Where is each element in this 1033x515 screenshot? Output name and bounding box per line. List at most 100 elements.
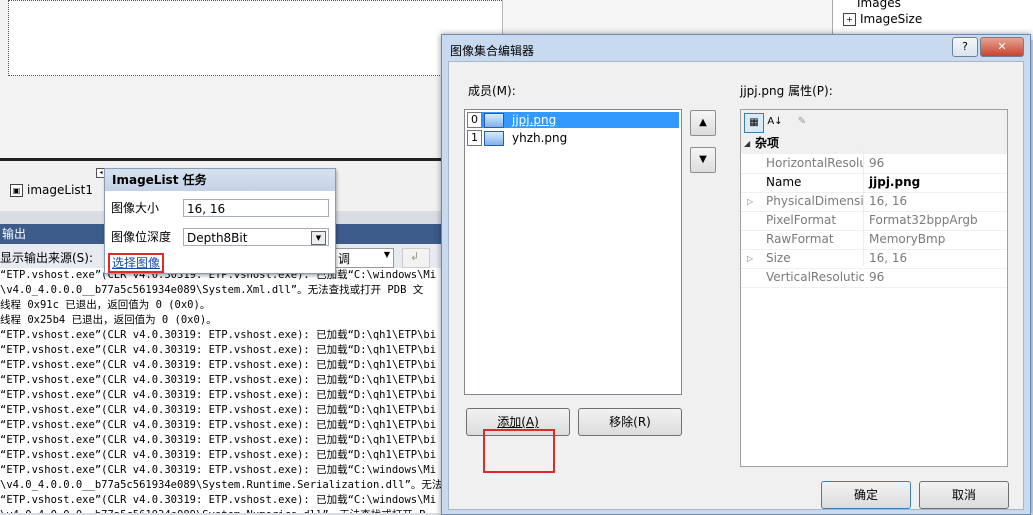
cancel-button[interactable]: 取消 bbox=[919, 481, 1009, 509]
category-name: 杂项 bbox=[755, 136, 780, 150]
property-grid-toolbar: ▦ A↓ ✎ bbox=[741, 110, 1007, 134]
ok-button-label: 确定 bbox=[853, 488, 878, 502]
members-label: 成员(M): bbox=[468, 84, 516, 98]
chevron-down-icon[interactable]: ▼ bbox=[311, 231, 326, 245]
property-row[interactable]: Name jjpj.png bbox=[741, 173, 1007, 193]
output-source-label: 显示输出来源(S): bbox=[0, 251, 94, 265]
members-list[interactable]: 0 jjpj.png 1 yhzh.png bbox=[464, 109, 682, 395]
image-size-input[interactable]: 16, 16 bbox=[183, 199, 329, 217]
prop-item-imagesize: ImageSize bbox=[860, 12, 923, 26]
output-line: 线程 0x25b4 已退出，返回值为 0 (0x0)。 bbox=[0, 314, 217, 326]
property-value: jjpj.png bbox=[869, 175, 921, 189]
property-row[interactable]: ▷ Size 16, 16 bbox=[741, 249, 1007, 269]
property-pages-icon[interactable]: ✎ bbox=[793, 113, 811, 131]
output-line: “ETP.vshost.exe”(CLR v4.0.30319: ETP.vsh… bbox=[0, 419, 437, 431]
output-line: “ETP.vshost.exe”(CLR v4.0.30319: ETP.vsh… bbox=[0, 374, 437, 386]
member-index: 0 bbox=[467, 112, 482, 128]
output-text-area[interactable]: “ETP.vshost.exe”(CLR v4.0.30319: ETP.vsh… bbox=[0, 268, 442, 513]
tasks-title: ImageList 任务 bbox=[105, 169, 335, 191]
member-index: 1 bbox=[467, 130, 482, 146]
output-line: “ETP.vshost.exe”(CLR v4.0.30319: ETP.vsh… bbox=[0, 359, 437, 371]
output-line: “ETP.vshost.exe”(CLR v4.0.30319: ETP.vsh… bbox=[0, 434, 437, 446]
output-action-button[interactable]: ↲ bbox=[402, 248, 430, 268]
bit-depth-label: 图像位深度 bbox=[111, 230, 172, 244]
output-source-select[interactable]: ▼ 调 bbox=[334, 248, 394, 268]
remove-button-label: 移除(R) bbox=[609, 415, 651, 429]
property-row[interactable]: HorizontalResolu 96 bbox=[741, 154, 1007, 174]
property-value: 16, 16 bbox=[869, 194, 908, 208]
wrap-icon: ↲ bbox=[410, 250, 420, 263]
property-row[interactable]: PixelFormat Format32bppArgb bbox=[741, 211, 1007, 231]
output-source-value: 调 bbox=[338, 252, 351, 266]
output-line: “ETP.vshost.exe”(CLR v4.0.30319: ETP.vsh… bbox=[0, 389, 437, 401]
output-line: “ETP.vshost.exe”(CLR v4.0.30319: ETP.vsh… bbox=[0, 464, 437, 476]
designer-right-pane bbox=[502, 0, 833, 36]
column-divider[interactable] bbox=[863, 151, 864, 266]
categorized-view-icon[interactable]: ▦ bbox=[744, 113, 764, 133]
bit-depth-select[interactable]: Depth8Bit ▼ bbox=[183, 228, 329, 246]
output-line: \v4.0_4.0.0.0__b77a5c561934e089\System.N… bbox=[0, 508, 442, 513]
expand-arrow-icon[interactable]: ▷ bbox=[747, 249, 753, 268]
properties-label: jjpj.png 属性(P): bbox=[740, 84, 833, 98]
dialog-title: 图像集合编辑器 bbox=[450, 44, 535, 58]
add-button-label: 添加(A) bbox=[497, 415, 539, 429]
property-name: VerticalResolutio bbox=[766, 270, 864, 284]
property-name: Size bbox=[766, 251, 791, 265]
expand-arrow-icon[interactable]: ▷ bbox=[747, 192, 753, 211]
property-name: Name bbox=[766, 175, 802, 189]
property-name: PhysicalDimensio bbox=[766, 194, 864, 208]
output-line: “ETP.vshost.exe”(CLR v4.0.30319: ETP.vsh… bbox=[0, 449, 437, 461]
ok-button[interactable]: 确定 bbox=[821, 481, 911, 509]
tray-item-label: imageList1 bbox=[27, 183, 93, 197]
move-up-button[interactable]: ▲ bbox=[690, 110, 716, 136]
collapse-icon[interactable]: ◢ bbox=[744, 134, 750, 153]
property-value: MemoryBmp bbox=[869, 232, 946, 246]
image-thumbnail-icon bbox=[484, 112, 504, 128]
property-name: RawFormat bbox=[766, 232, 834, 246]
move-down-button[interactable]: ▼ bbox=[690, 147, 716, 173]
output-line: \v4.0_4.0.0.0__b77a5c561934e089\System.X… bbox=[0, 284, 424, 296]
property-row[interactable]: ▷ PhysicalDimensio 16, 16 bbox=[741, 192, 1007, 212]
chevron-down-icon: ▼ bbox=[383, 250, 390, 259]
form-canvas[interactable] bbox=[8, 0, 504, 76]
property-grid[interactable]: ▦ A↓ ✎ ◢ 杂项 HorizontalResolu 96 Name jjpj.p… bbox=[740, 109, 1008, 467]
property-name: PixelFormat bbox=[766, 213, 837, 227]
prop-item-imagesize-row[interactable]: + ImageSize bbox=[843, 12, 922, 26]
output-line: “ETP.vshost.exe”(CLR v4.0.30319: ETP.vsh… bbox=[0, 494, 437, 506]
tray-item-imagelist1[interactable]: ▣ imageList1 bbox=[10, 180, 93, 200]
cancel-button-label: 取消 bbox=[951, 488, 976, 502]
property-value: 96 bbox=[869, 156, 885, 170]
close-button[interactable]: ✕ bbox=[980, 37, 1024, 57]
output-line: 线程 0x91c 已退出，返回值为 0 (0x0)。 bbox=[0, 299, 211, 311]
imagelist-icon: ▣ bbox=[10, 183, 23, 197]
bit-depth-value: Depth8Bit bbox=[187, 231, 248, 245]
output-line: \v4.0_4.0.0.0__b77a5c561934e089\System.R… bbox=[0, 479, 442, 491]
member-name: yhzh.png bbox=[512, 131, 568, 145]
image-size-label: 图像大小 bbox=[111, 201, 160, 215]
remove-button[interactable]: 移除(R) bbox=[578, 408, 682, 436]
choose-images-link[interactable]: 选择图像 bbox=[108, 253, 165, 273]
member-name: jjpj.png bbox=[512, 113, 557, 127]
output-line: “ETP.vshost.exe”(CLR v4.0.30319: ETP.vsh… bbox=[0, 404, 437, 416]
member-item[interactable]: 1 yhzh.png bbox=[467, 130, 679, 146]
alphabetical-sort-icon[interactable]: A↓ bbox=[766, 113, 784, 131]
property-name: HorizontalResolu bbox=[766, 156, 864, 170]
property-value: 16, 16 bbox=[869, 251, 908, 265]
image-thumbnail-icon bbox=[484, 130, 504, 146]
property-value: Format32bppArgb bbox=[869, 213, 978, 227]
property-row[interactable]: VerticalResolutio 96 bbox=[741, 268, 1007, 288]
prop-item-images: Images bbox=[857, 0, 901, 10]
expand-plus-icon[interactable]: + bbox=[843, 12, 856, 26]
imagelist-tasks-panel: ImageList 任务 图像大小 16, 16 图像位深度 Depth8Bit… bbox=[104, 168, 336, 274]
output-line: “ETP.vshost.exe”(CLR v4.0.30319: ETP.vsh… bbox=[0, 344, 437, 356]
property-row[interactable]: RawFormat MemoryBmp bbox=[741, 230, 1007, 250]
arrow-up-icon: ▲ bbox=[699, 117, 707, 128]
property-value: 96 bbox=[869, 270, 885, 284]
member-item[interactable]: 0 jjpj.png bbox=[467, 112, 679, 128]
help-button[interactable]: ? bbox=[952, 37, 978, 57]
dialog-client-area: 成员(M): 0 jjpj.png 1 yhzh.png ▲ ▼ 添加(A) 移除(R… bbox=[448, 61, 1024, 510]
highlight-box bbox=[483, 429, 555, 473]
image-collection-editor-dialog: 图像集合编辑器 ? ✕ 成员(M): 0 jjpj.png 1 yhzh.png ▲ … bbox=[441, 34, 1031, 515]
arrow-down-icon: ▼ bbox=[699, 154, 707, 165]
category-row[interactable]: ◢ 杂项 bbox=[741, 134, 1007, 154]
